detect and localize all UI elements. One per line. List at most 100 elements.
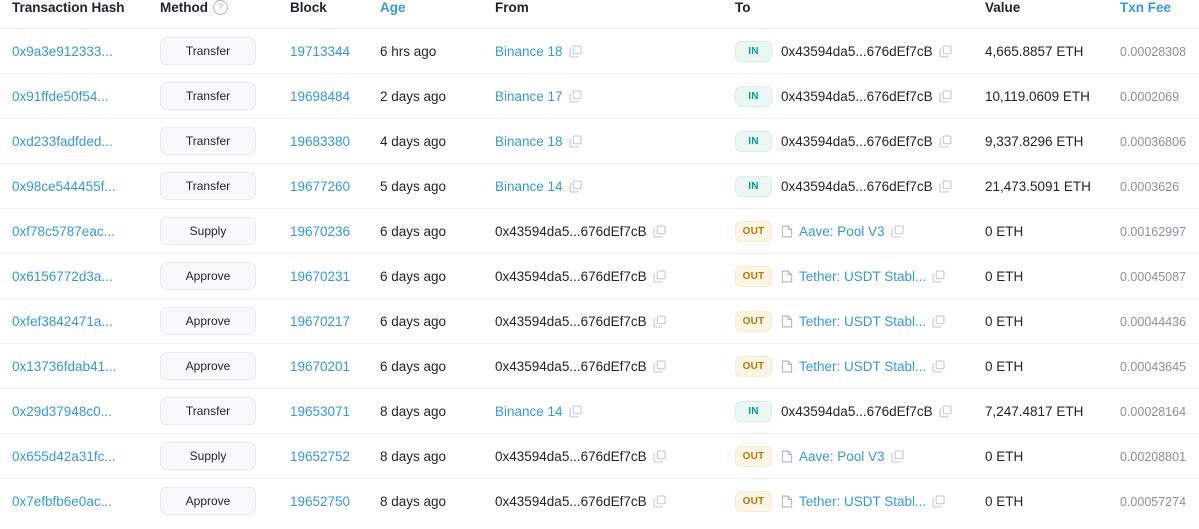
copy-icon[interactable] xyxy=(932,270,945,283)
to-address[interactable]: Tether: USDT Stabl... xyxy=(799,494,926,509)
direction-badge: IN xyxy=(735,401,772,422)
method-badge[interactable]: Supply xyxy=(160,442,256,470)
block-link[interactable]: 19652750 xyxy=(290,494,350,509)
to-address[interactable]: Aave: Pool V3 xyxy=(799,224,885,239)
from-address[interactable]: Binance 18 xyxy=(495,134,563,149)
method-badge[interactable]: Approve xyxy=(160,307,256,335)
from-address[interactable]: Binance 14 xyxy=(495,404,563,419)
transaction-hash-link[interactable]: 0x29d37948c0... xyxy=(12,404,112,419)
method-help-icon[interactable]: ? xyxy=(213,0,228,15)
column-header-fee[interactable]: Txn Fee xyxy=(1120,0,1199,29)
table-row[interactable]: 0x98ce544455f...Transfer196772605 days a… xyxy=(0,164,1199,209)
column-header-block: Block xyxy=(290,0,380,29)
copy-icon[interactable] xyxy=(569,405,582,418)
cell-age: 8 days ago xyxy=(380,434,495,479)
copy-icon[interactable] xyxy=(939,405,952,418)
direction-badge: IN xyxy=(735,86,772,107)
table-row[interactable]: 0x29d37948c0...Transfer196530718 days ag… xyxy=(0,389,1199,434)
to-address[interactable]: Tether: USDT Stabl... xyxy=(799,359,926,374)
cell-txn-fee: 0.0002069 xyxy=(1120,74,1199,119)
copy-icon[interactable] xyxy=(939,45,952,58)
copy-icon[interactable] xyxy=(653,225,666,238)
to-address[interactable]: Aave: Pool V3 xyxy=(799,449,885,464)
transaction-hash-link[interactable]: 0x91ffde50f54... xyxy=(12,89,109,104)
value-amount: 0 ETH xyxy=(985,494,1023,509)
method-badge[interactable]: Supply xyxy=(160,217,256,245)
method-badge[interactable]: Transfer xyxy=(160,37,256,65)
method-badge[interactable]: Transfer xyxy=(160,127,256,155)
method-badge[interactable]: Approve xyxy=(160,352,256,380)
copy-icon[interactable] xyxy=(891,225,904,238)
block-link[interactable]: 19670217 xyxy=(290,314,350,329)
block-link[interactable]: 19698484 xyxy=(290,89,350,104)
from-address[interactable]: Binance 14 xyxy=(495,179,563,194)
table-row[interactable]: 0xd233fadfded...Transfer196833804 days a… xyxy=(0,119,1199,164)
transaction-hash-link[interactable]: 0x655d42a31fc... xyxy=(12,449,116,464)
copy-icon[interactable] xyxy=(569,135,582,148)
transaction-hash-link[interactable]: 0x98ce544455f... xyxy=(12,179,116,194)
table-row[interactable]: 0x6156772d3a... Approve 19670231 6 days ago… xyxy=(0,254,1199,299)
block-link[interactable]: 19670231 xyxy=(290,269,350,284)
to-address[interactable]: Tether: USDT Stabl... xyxy=(799,269,926,284)
block-link[interactable]: 19677260 xyxy=(290,179,350,194)
block-link[interactable]: 19670236 xyxy=(290,224,350,239)
cell-transaction-hash: 0xf78c5787eac... xyxy=(0,209,160,254)
copy-icon[interactable] xyxy=(939,180,952,193)
copy-icon[interactable] xyxy=(569,180,582,193)
method-badge[interactable]: Approve xyxy=(160,262,256,290)
copy-icon[interactable] xyxy=(653,270,666,283)
block-link[interactable]: 19713344 xyxy=(290,44,350,59)
block-link[interactable]: 19653071 xyxy=(290,404,350,419)
copy-icon[interactable] xyxy=(932,495,945,508)
table-row[interactable]: 0x91ffde50f54...Transfer196984842 days a… xyxy=(0,74,1199,119)
cell-block: 19713344 xyxy=(290,29,380,74)
table-row[interactable]: 0x13736fdab41...Approve196702016 days ag… xyxy=(0,344,1199,389)
table-row[interactable]: 0x9a3e912333...Transfer197133446 hrs ago… xyxy=(0,29,1199,74)
copy-icon[interactable] xyxy=(653,495,666,508)
block-link[interactable]: 19683380 xyxy=(290,134,350,149)
txn-fee-amount: 0.00044436 xyxy=(1120,315,1186,329)
to-address: 0x43594da5...676dEf7cB xyxy=(781,134,933,149)
table-row[interactable]: 0x655d42a31fc... Supply 19652752 8 days ago… xyxy=(0,434,1199,479)
cell-method: Transfer xyxy=(160,29,290,74)
age-text: 6 days ago xyxy=(380,269,446,284)
transaction-hash-link[interactable]: 0xfef3842471a... xyxy=(12,314,113,329)
cell-value: 0 ETH xyxy=(985,434,1120,479)
column-header-label-method: Method xyxy=(160,0,208,15)
transaction-hash-link[interactable]: 0xd233fadfded... xyxy=(12,134,113,149)
block-link[interactable]: 19670201 xyxy=(290,359,350,374)
copy-icon[interactable] xyxy=(891,450,904,463)
column-header-age[interactable]: Age xyxy=(380,0,495,29)
txn-fee-amount: 0.0002069 xyxy=(1120,90,1179,104)
table-row[interactable]: 0xf78c5787eac...Supply196702366 days ago… xyxy=(0,209,1199,254)
from-address[interactable]: Binance 18 xyxy=(495,44,563,59)
cell-transaction-hash: 0x13736fdab41... xyxy=(0,344,160,389)
copy-icon[interactable] xyxy=(939,90,952,103)
cell-transaction-hash: 0x9a3e912333... xyxy=(0,29,160,74)
table-row[interactable]: 0x7efbfb6e0ac...Approve196527508 days ag… xyxy=(0,479,1199,524)
column-header-method: Method? xyxy=(160,0,290,29)
copy-icon[interactable] xyxy=(939,135,952,148)
transaction-hash-link[interactable]: 0x13736fdab41... xyxy=(12,359,116,374)
copy-icon[interactable] xyxy=(932,315,945,328)
from-address: 0x43594da5...676dEf7cB xyxy=(495,269,647,284)
copy-icon[interactable] xyxy=(653,360,666,373)
transaction-hash-link[interactable]: 0x9a3e912333... xyxy=(12,44,113,59)
to-address[interactable]: Tether: USDT Stabl... xyxy=(799,314,926,329)
copy-icon[interactable] xyxy=(653,450,666,463)
block-link[interactable]: 19652752 xyxy=(290,449,350,464)
transaction-hash-link[interactable]: 0x6156772d3a... xyxy=(12,269,113,284)
transaction-hash-link[interactable]: 0x7efbfb6e0ac... xyxy=(12,494,112,509)
copy-icon[interactable] xyxy=(653,315,666,328)
from-address: 0x43594da5...676dEf7cB xyxy=(495,314,647,329)
copy-icon[interactable] xyxy=(569,45,582,58)
method-badge[interactable]: Transfer xyxy=(160,397,256,425)
transaction-hash-link[interactable]: 0xf78c5787eac... xyxy=(12,224,115,239)
copy-icon[interactable] xyxy=(569,90,582,103)
copy-icon[interactable] xyxy=(932,360,945,373)
table-row[interactable]: 0xfef3842471a...Approve196702176 days ag… xyxy=(0,299,1199,344)
method-badge[interactable]: Transfer xyxy=(160,172,256,200)
from-address[interactable]: Binance 17 xyxy=(495,89,563,104)
method-badge[interactable]: Approve xyxy=(160,487,256,515)
method-badge[interactable]: Transfer xyxy=(160,82,256,110)
